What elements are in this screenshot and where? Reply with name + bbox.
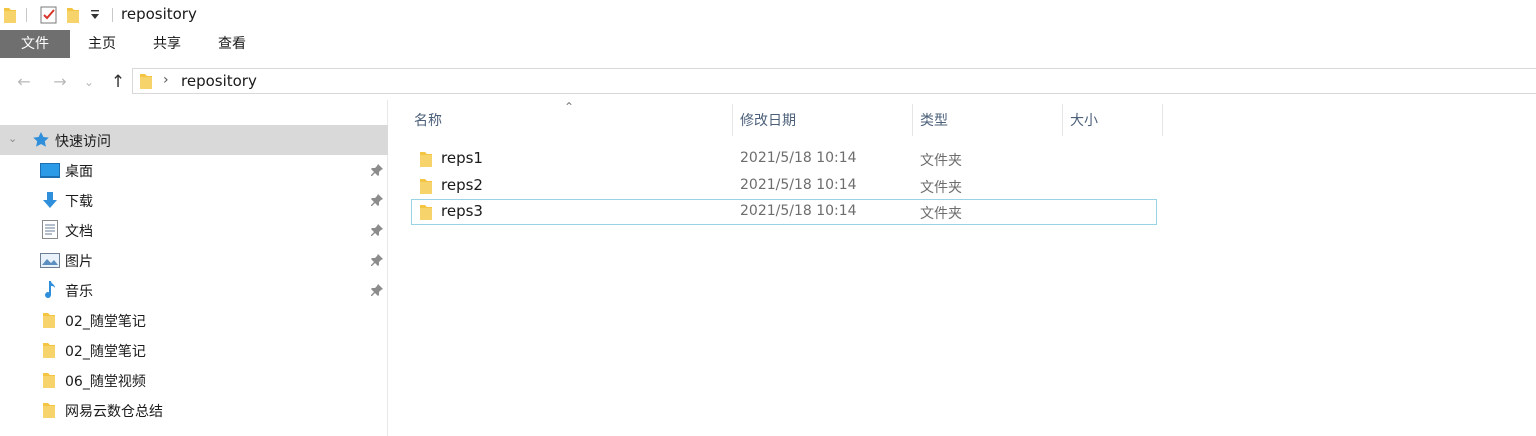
forward-button[interactable]: → (50, 72, 70, 92)
column-divider[interactable] (1162, 104, 1163, 136)
file-modified: 2021/5/18 10:14 (740, 177, 857, 193)
pictures-icon (40, 253, 60, 272)
sidebar-item-pictures[interactable]: 图片 (0, 245, 388, 275)
pin-icon[interactable] (370, 283, 384, 297)
tab-file[interactable]: 文件 (0, 30, 70, 58)
folder-icon (3, 6, 17, 28)
column-header-modified[interactable]: 修改日期 (740, 110, 796, 130)
folder-icon (42, 341, 56, 363)
breadcrumb-repository[interactable]: repository (181, 72, 257, 90)
file-list: ⌃ 名称 修改日期 类型 大小 reps1 2021/5/18 10:14 文件… (389, 100, 1536, 436)
sidebar-item-label: 02_随堂笔记 (65, 314, 146, 330)
table-row[interactable]: reps1 2021/5/18 10:14 文件夹 (411, 146, 1157, 172)
file-modified: 2021/5/18 10:14 (740, 203, 857, 219)
sidebar-item-label: 06_随堂视频 (65, 374, 146, 390)
folder-icon (419, 150, 433, 172)
folder-icon (139, 72, 153, 94)
pin-icon[interactable] (370, 163, 384, 177)
folder-icon (419, 203, 433, 225)
sidebar-item-label: 桌面 (65, 164, 93, 180)
navigation-bar: ← → ⌄ ↑ › repository (0, 64, 1536, 100)
toolbar-separator (26, 8, 27, 22)
sidebar-item-label: 快速访问 (55, 134, 111, 150)
folder-icon (419, 177, 433, 199)
sidebar-item-label: 音乐 (65, 284, 93, 300)
back-button[interactable]: ← (14, 72, 34, 92)
document-icon (42, 220, 58, 243)
tab-home[interactable]: 主页 (70, 30, 134, 58)
table-row[interactable]: reps2 2021/5/18 10:14 文件夹 (411, 173, 1157, 199)
file-name[interactable]: reps3 (441, 202, 483, 220)
column-divider[interactable] (912, 104, 913, 136)
star-icon (32, 131, 50, 153)
up-button[interactable]: ↑ (108, 72, 128, 92)
music-icon (43, 280, 57, 303)
sidebar-item-label: 图片 (65, 254, 93, 270)
file-name[interactable]: reps1 (441, 149, 483, 167)
recent-locations-button[interactable]: ⌄ (82, 72, 96, 92)
sidebar-item-desktop[interactable]: 桌面 (0, 155, 388, 185)
desktop-icon (40, 163, 60, 182)
file-name[interactable]: reps2 (441, 176, 483, 194)
pin-icon[interactable] (370, 253, 384, 267)
sidebar-item-label: 文档 (65, 224, 93, 240)
sidebar-item-label: 网易云数仓总结 (65, 404, 163, 420)
ribbon-tabs: 文件 主页 共享 查看 (0, 30, 1536, 58)
breadcrumb-chevron-icon[interactable]: › (163, 72, 169, 88)
column-divider[interactable] (732, 104, 733, 136)
sidebar-item-folder[interactable]: 网易云数仓总结 (0, 395, 388, 425)
column-header-type[interactable]: 类型 (920, 110, 948, 130)
tab-share[interactable]: 共享 (134, 30, 200, 58)
file-type: 文件夹 (920, 153, 962, 169)
pin-icon[interactable] (370, 193, 384, 207)
sort-ascending-icon: ⌃ (564, 100, 575, 114)
folder-icon (42, 311, 56, 333)
tab-view[interactable]: 查看 (200, 30, 264, 58)
sidebar-item-quick-access[interactable]: ⌄ 快速访问 (0, 125, 388, 155)
address-bar[interactable]: › repository (132, 68, 1536, 94)
sidebar-item-folder[interactable]: 02_随堂笔记 (0, 335, 388, 365)
sidebar-item-label: 下载 (65, 194, 93, 210)
file-type: 文件夹 (920, 206, 962, 222)
properties-check-icon[interactable] (40, 6, 58, 28)
sidebar-item-music[interactable]: 音乐 (0, 275, 388, 305)
expand-chevron-icon[interactable]: ⌄ (8, 132, 17, 145)
new-folder-icon[interactable] (66, 6, 80, 28)
sidebar-item-downloads[interactable]: 下载 (0, 185, 388, 215)
sidebar-item-label: 02_随堂笔记 (65, 344, 146, 360)
sidebar-item-folder[interactable]: 02_随堂笔记 (0, 305, 388, 335)
folder-icon (42, 371, 56, 393)
column-header-size[interactable]: 大小 (1070, 110, 1098, 130)
sidebar-item-documents[interactable]: 文档 (0, 215, 388, 245)
window-title: repository (121, 5, 197, 23)
column-divider[interactable] (1062, 104, 1063, 136)
download-icon (41, 191, 59, 213)
file-type: 文件夹 (920, 180, 962, 196)
toolbar-separator (112, 8, 113, 22)
file-modified: 2021/5/18 10:14 (740, 150, 857, 166)
folder-icon (42, 401, 56, 423)
sidebar-item-folder[interactable]: 06_随堂视频 (0, 365, 388, 395)
table-row[interactable]: reps3 2021/5/18 10:14 文件夹 (411, 199, 1157, 225)
title-bar: repository (0, 0, 1536, 30)
pin-icon[interactable] (370, 223, 384, 237)
column-header-name[interactable]: 名称 (414, 110, 442, 130)
navigation-pane: ⌄ 快速访问 桌面 下载 文档 图片 音乐 02_随堂笔记 02_随堂笔记 06… (0, 100, 388, 436)
customize-dropdown-icon[interactable] (90, 8, 100, 26)
